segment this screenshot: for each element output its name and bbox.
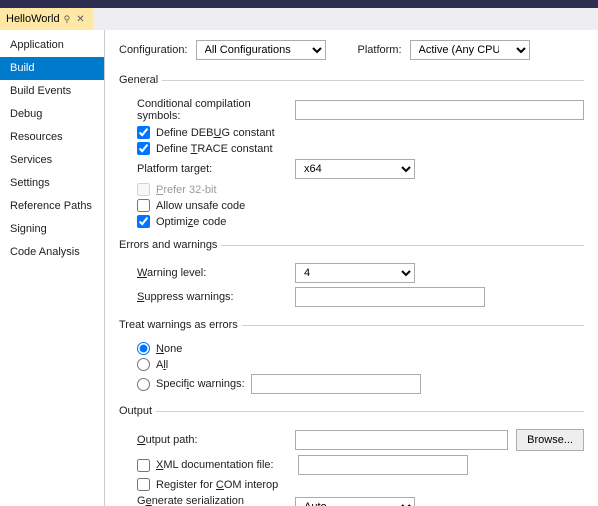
sidebar-item-signing[interactable]: Signing bbox=[0, 218, 104, 241]
allow-unsafe-checkbox[interactable] bbox=[137, 199, 150, 212]
sidebar-item-application[interactable]: Application bbox=[0, 34, 104, 57]
tab-helloworld[interactable]: HelloWorld ⚲ ✕ bbox=[0, 8, 93, 30]
treat-none-radio[interactable] bbox=[137, 342, 150, 355]
configuration-select[interactable]: All Configurations bbox=[196, 40, 326, 60]
treat-specific-input bbox=[251, 374, 421, 394]
platform-target-select[interactable]: x64 bbox=[295, 159, 415, 179]
platform-label: Platform: bbox=[358, 44, 402, 56]
treat-all-radio[interactable] bbox=[137, 358, 150, 371]
treat-specific-label: Specific warnings: bbox=[156, 378, 245, 390]
sidebar-item-debug[interactable]: Debug bbox=[0, 103, 104, 126]
optimize-label: Optimize code bbox=[156, 216, 226, 228]
suppress-warnings-input[interactable] bbox=[295, 287, 485, 307]
sidebar-item-build-events[interactable]: Build Events bbox=[0, 80, 104, 103]
pin-icon[interactable]: ⚲ bbox=[64, 14, 71, 25]
sidebar-item-build[interactable]: Build bbox=[0, 57, 104, 80]
platform-target-label: Platform target: bbox=[137, 163, 287, 175]
com-interop-label: Register for COM interop bbox=[156, 479, 278, 491]
prefer-32bit-checkbox bbox=[137, 183, 150, 196]
sidebar-item-resources[interactable]: Resources bbox=[0, 126, 104, 149]
suppress-warnings-label: Suppress warnings: bbox=[137, 291, 287, 303]
sidebar-item-settings[interactable]: Settings bbox=[0, 172, 104, 195]
treat-specific-radio[interactable] bbox=[137, 378, 150, 391]
cond-symbols-label: Conditional compilation symbols: bbox=[137, 98, 287, 122]
general-legend: General bbox=[119, 74, 162, 86]
platform-select[interactable]: Active (Any CPU) bbox=[410, 40, 530, 60]
warning-level-label: Warning level: bbox=[137, 267, 287, 279]
browse-button[interactable]: Browse... bbox=[516, 429, 584, 451]
sidebar: ApplicationBuildBuild EventsDebugResourc… bbox=[0, 30, 105, 506]
treat-none-label: None bbox=[156, 343, 182, 355]
treat-warnings-legend: Treat warnings as errors bbox=[119, 319, 242, 331]
general-group: General Conditional compilation symbols:… bbox=[119, 74, 584, 233]
define-trace-label: Define TRACE constant bbox=[156, 143, 273, 155]
define-trace-checkbox[interactable] bbox=[137, 142, 150, 155]
treat-all-label: All bbox=[156, 359, 168, 371]
sidebar-item-reference-paths[interactable]: Reference Paths bbox=[0, 195, 104, 218]
tab-label: HelloWorld bbox=[6, 13, 60, 25]
treat-warnings-group: Treat warnings as errors None All Specif… bbox=[119, 319, 584, 399]
cond-symbols-input[interactable] bbox=[295, 100, 584, 120]
close-icon[interactable]: ✕ bbox=[74, 14, 86, 25]
build-settings-panel: Configuration: All Configurations Platfo… bbox=[105, 30, 598, 506]
output-group: Output Output path: Browse... XML docume… bbox=[119, 405, 584, 506]
xml-doc-input bbox=[298, 455, 468, 475]
output-path-input[interactable] bbox=[295, 430, 508, 450]
errors-legend: Errors and warnings bbox=[119, 239, 221, 251]
define-debug-label: Define DEBUG constant bbox=[156, 127, 275, 139]
configuration-label: Configuration: bbox=[119, 44, 188, 56]
prefer-32bit-label: Prefer 32-bit bbox=[156, 184, 217, 196]
output-legend: Output bbox=[119, 405, 156, 417]
com-interop-checkbox[interactable] bbox=[137, 478, 150, 491]
allow-unsafe-label: Allow unsafe code bbox=[156, 200, 245, 212]
xml-doc-checkbox[interactable] bbox=[137, 459, 150, 472]
sidebar-item-code-analysis[interactable]: Code Analysis bbox=[0, 241, 104, 264]
sidebar-item-services[interactable]: Services bbox=[0, 149, 104, 172]
errors-group: Errors and warnings Warning level: 4 Sup… bbox=[119, 239, 584, 313]
define-debug-checkbox[interactable] bbox=[137, 126, 150, 139]
serialization-label: Generate serialization assembly: bbox=[137, 495, 287, 506]
output-path-label: Output path: bbox=[137, 434, 287, 446]
tab-bar: HelloWorld ⚲ ✕ bbox=[0, 8, 598, 30]
optimize-checkbox[interactable] bbox=[137, 215, 150, 228]
serialization-select[interactable]: Auto bbox=[295, 497, 415, 506]
xml-doc-label: XML documentation file: bbox=[156, 459, 292, 471]
warning-level-select[interactable]: 4 bbox=[295, 263, 415, 283]
title-bar bbox=[0, 0, 598, 8]
